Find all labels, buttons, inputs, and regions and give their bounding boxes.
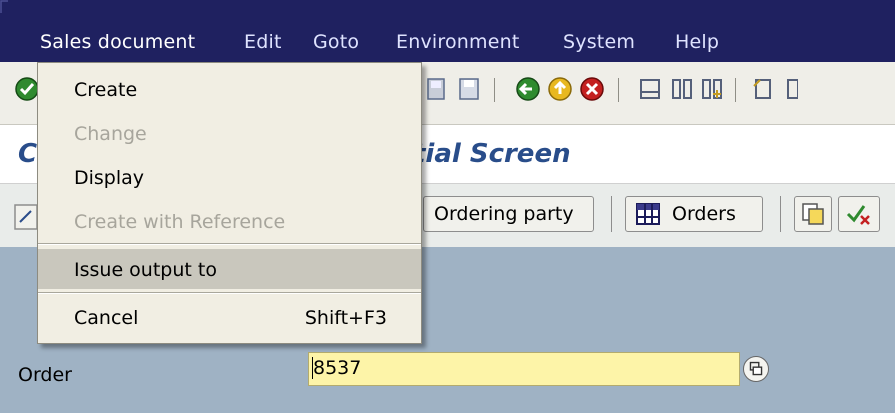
toolbar-separator [735, 78, 736, 102]
menu-item-change: Change [38, 113, 421, 153]
menu-item-label: Display [74, 167, 145, 189]
layout-icon[interactable] [14, 204, 38, 230]
window-corner-icon [0, 0, 8, 13]
exit-icon[interactable] [547, 76, 573, 102]
menu-sales-document[interactable]: Sales document [40, 31, 195, 53]
menu-goto[interactable]: Goto [313, 31, 359, 53]
menu-item-label: Create [74, 79, 138, 101]
sales-document-menu: Create Change Display Create with Refere… [37, 62, 422, 344]
order-label: Order [18, 364, 72, 386]
check-icon [846, 205, 870, 225]
order-input[interactable]: 8537 [308, 352, 740, 386]
orders-button[interactable]: Orders [625, 196, 763, 232]
menu-edit[interactable]: Edit [244, 31, 282, 53]
page-title: tial Screen [413, 139, 571, 169]
matchcode-icon[interactable] [743, 356, 769, 382]
order-value: 8537 [313, 357, 362, 379]
menu-item-shortcut: Shift+F3 [304, 307, 387, 329]
menu-item-label: Change [74, 123, 147, 145]
cancel-icon[interactable] [579, 76, 605, 102]
orders-label: Orders [672, 203, 736, 225]
back-icon[interactable] [515, 76, 541, 102]
ordering-party-button[interactable]: Ordering party [423, 196, 594, 232]
display-change-button[interactable] [794, 196, 832, 232]
text-cursor [312, 357, 313, 379]
save-icon[interactable] [426, 76, 446, 102]
app-toolbar-separator [611, 196, 612, 232]
menu-item-label: Create with Reference [74, 211, 286, 233]
menu-item-cancel[interactable]: Cancel Shift+F3 [38, 297, 421, 337]
page-title-prefix: C [18, 139, 38, 169]
print-icon[interactable] [637, 76, 663, 102]
menu-item-create[interactable]: Create [38, 69, 421, 109]
menu-help[interactable]: Help [675, 31, 719, 53]
menu-item-label: Cancel [74, 307, 139, 329]
app-toolbar-separator [780, 196, 781, 232]
menu-item-issue-output-to[interactable]: Issue output to [38, 249, 421, 289]
menu-separator [38, 292, 421, 294]
toolbar-separator [618, 78, 619, 102]
ordering-party-label: Ordering party [434, 203, 574, 225]
menu-separator [38, 243, 421, 245]
toolbar-separator [494, 78, 495, 102]
menu-bar: Sales document Edit Goto Environment Sys… [0, 0, 895, 62]
find-next-icon[interactable] [699, 76, 725, 102]
orders-icon [636, 203, 660, 225]
display-change-icon [802, 203, 824, 225]
menu-item-label: Issue output to [74, 259, 217, 281]
more-icon[interactable] [784, 76, 798, 102]
create-session-icon[interactable] [750, 76, 776, 102]
menu-environment[interactable]: Environment [396, 31, 520, 53]
check-button[interactable] [838, 196, 880, 232]
menu-system[interactable]: System [563, 31, 635, 53]
find-icon[interactable] [669, 76, 695, 102]
menu-item-display[interactable]: Display [38, 157, 421, 197]
save-file-icon[interactable] [456, 76, 482, 102]
menu-item-create-with-reference: Create with Reference [38, 201, 421, 241]
